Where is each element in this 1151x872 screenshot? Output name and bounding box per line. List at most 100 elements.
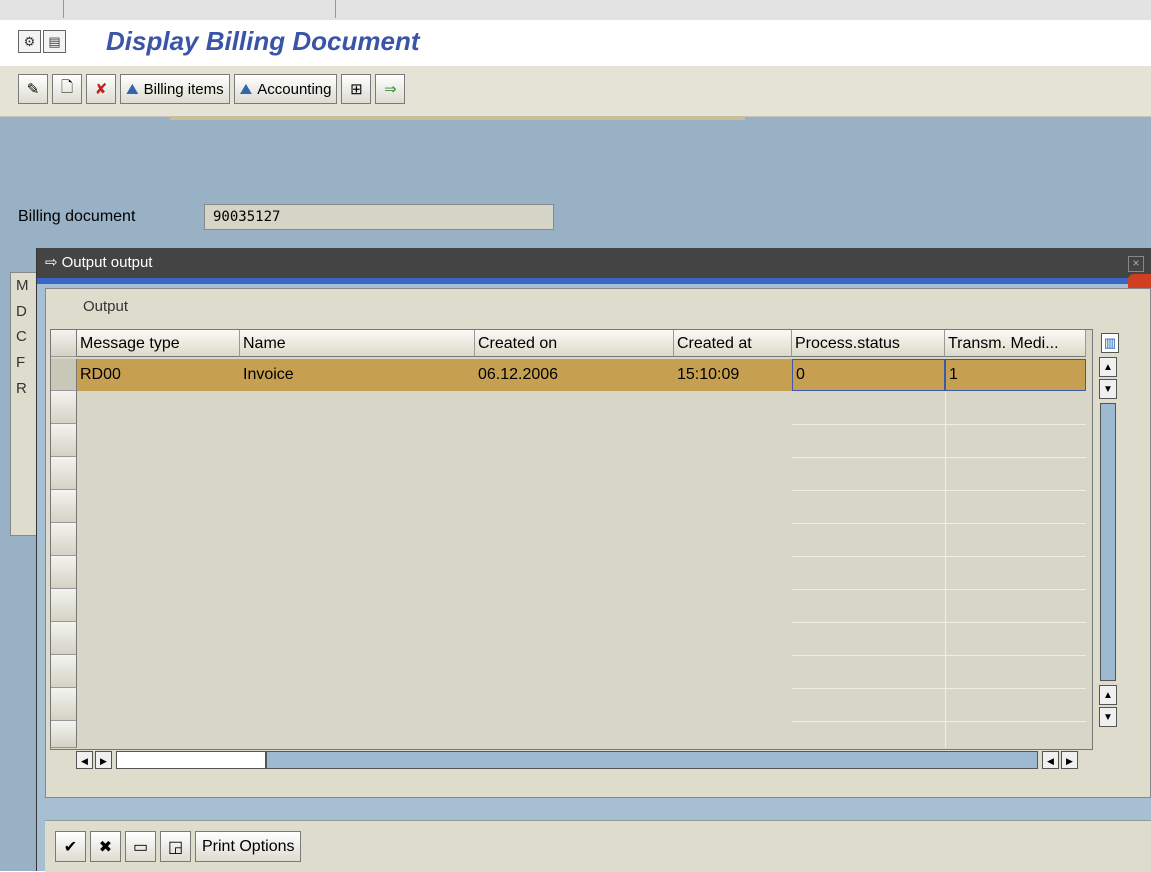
billing-document-field[interactable]: 90035127 — [204, 204, 554, 230]
scroll-left-icon[interactable]: ◀ — [76, 751, 93, 769]
grid-row-line — [792, 457, 1086, 458]
accounting-button[interactable]: ⛰ Accounting — [233, 74, 338, 104]
column-header-message-type[interactable]: Message type — [77, 330, 240, 357]
scroll-down-icon[interactable]: ▼ — [1099, 707, 1117, 727]
cell-created-at[interactable]: 15:10:09 — [674, 359, 792, 391]
change-button[interactable]: ✎ — [18, 74, 48, 104]
close-icon[interactable]: × — [1128, 256, 1144, 272]
column-header-transm-medium[interactable]: Transm. Medi... — [945, 330, 1086, 357]
scroll-track[interactable] — [1100, 403, 1116, 681]
continue-button[interactable]: ✔ — [55, 831, 86, 862]
scroll-track[interactable] — [266, 751, 1038, 769]
scroll-down-icon[interactable]: ▼ — [1099, 379, 1117, 399]
row-selector[interactable] — [51, 688, 77, 721]
create-button[interactable]: 🗋 — [52, 74, 82, 104]
column-header-name[interactable]: Name — [240, 330, 475, 357]
grid-column-line — [945, 391, 946, 748]
column-header-created-at[interactable]: Created at — [674, 330, 792, 357]
background-tab-label[interactable]: R — [16, 380, 27, 397]
hierarchy-icon: ⊞ — [350, 81, 363, 98]
people-icon: ⛰ — [239, 80, 253, 98]
grid-row-line — [792, 622, 1086, 623]
window-top-strip — [0, 0, 1151, 21]
group-label: Output — [83, 298, 129, 315]
display-icon[interactable]: ⚙ — [18, 30, 41, 53]
row-selector[interactable] — [51, 391, 77, 424]
row-selector[interactable] — [51, 523, 77, 556]
billing-items-label: Billing items — [143, 80, 224, 98]
grid-row-line — [792, 688, 1086, 689]
grid-row-line — [792, 655, 1086, 656]
output-table: Message type Name Created on Created at … — [50, 329, 1093, 750]
vertical-scrollbar[interactable]: ▲ ▼ ▲ ▼ — [1096, 329, 1122, 748]
billing-items-button[interactable]: ⛰ Billing items — [120, 74, 230, 104]
print-preview-button[interactable]: ▭ — [125, 831, 156, 862]
dialog-title-accent — [37, 278, 1151, 284]
scroll-right-icon[interactable]: ▶ — [1061, 751, 1078, 769]
output-button[interactable]: ⇒ — [375, 74, 406, 104]
output-dialog: ⇨ Output output × Output Message type Nam… — [36, 248, 1151, 872]
cancel-document-button[interactable]: ✘ — [86, 74, 116, 104]
column-header-process-status[interactable]: Process.status — [792, 330, 945, 357]
communication-icon: ◲ — [167, 838, 184, 856]
scroll-thumb[interactable] — [116, 751, 266, 769]
grid-row-line — [792, 424, 1086, 425]
scroll-right-icon[interactable]: ▶ — [95, 751, 112, 769]
billing-document-label: Billing document — [18, 208, 136, 225]
communication-method-button[interactable]: ◲ — [160, 831, 191, 862]
cell-name[interactable]: Invoice — [240, 359, 473, 391]
cancel-button[interactable]: ✖ — [90, 831, 121, 862]
cancel-document-icon: ✘ — [94, 81, 108, 98]
select-all-cell[interactable] — [51, 330, 77, 357]
row-selector[interactable] — [51, 556, 77, 589]
row-selector[interactable] — [51, 457, 77, 490]
output-group-box: Output Message type Name Created on Crea… — [45, 288, 1151, 798]
title-bar: ⚙ ▤ Display Billing Document — [0, 20, 1151, 66]
page-title: Display Billing Document — [106, 26, 420, 56]
grid-row-line — [792, 721, 1086, 722]
toolbar-shadow — [170, 116, 745, 120]
background-tab-label[interactable]: D — [16, 303, 27, 320]
cell-message-type[interactable]: RD00 — [77, 359, 240, 391]
cell-created-on[interactable]: 06.12.2006 — [475, 359, 673, 391]
print-preview-icon: ▭ — [132, 838, 149, 856]
top-strip-segment — [63, 0, 336, 18]
document-icon: 🗋 — [60, 78, 74, 96]
dialog-title-bar[interactable]: ⇨ Output output — [37, 248, 1151, 278]
background-tab-label[interactable]: C — [16, 328, 27, 345]
row-selector[interactable] — [51, 655, 77, 688]
scroll-left-icon[interactable]: ◀ — [1042, 751, 1059, 769]
grid-row-line — [792, 523, 1086, 524]
scroll-up-icon[interactable]: ▲ — [1099, 685, 1117, 705]
pencil-icon: ✎ — [26, 81, 40, 98]
cell-transm-medium[interactable]: 1 — [945, 359, 1086, 391]
application-toolbar: ✎ 🗋 ✘ ⛰ Billing items ⛰ Accounting ⊞ ⇒ — [0, 66, 1151, 117]
dialog-button-bar: ✔ ✖ ▭ ◲ Print Options — [45, 820, 1151, 872]
page-icon[interactable]: ▤ — [43, 30, 66, 53]
output-icon: ⇒ — [384, 81, 397, 98]
background-tab-label[interactable]: M — [16, 277, 29, 294]
accounting-label: Accounting — [257, 80, 332, 98]
row-selector[interactable] — [51, 424, 77, 457]
background-tab-label[interactable]: F — [16, 354, 25, 371]
people-icon: ⛰ — [126, 80, 139, 98]
row-selector[interactable] — [51, 589, 77, 622]
dialog-corner-accent — [1128, 274, 1151, 288]
row-selector[interactable] — [51, 490, 77, 523]
column-header-created-on[interactable]: Created on — [475, 330, 674, 357]
row-selector[interactable] — [51, 359, 77, 391]
cell-process-status[interactable]: 0 — [792, 359, 945, 391]
grid-row-line — [792, 589, 1086, 590]
hierarchy-button[interactable]: ⊞ — [341, 74, 372, 104]
title-icons: ⚙ ▤ — [18, 30, 66, 53]
top-strip-segment — [0, 0, 64, 18]
dialog-title: Output output — [61, 254, 153, 271]
grid-row-line — [792, 490, 1086, 491]
scroll-up-icon[interactable]: ▲ — [1099, 357, 1117, 377]
checkmark-icon: ✔ — [63, 838, 78, 856]
print-options-button[interactable]: Print Options — [195, 831, 302, 862]
row-selector[interactable] — [51, 721, 77, 748]
cancel-icon: ✖ — [98, 838, 113, 856]
grid-row-line — [792, 556, 1086, 557]
row-selector[interactable] — [51, 622, 77, 655]
